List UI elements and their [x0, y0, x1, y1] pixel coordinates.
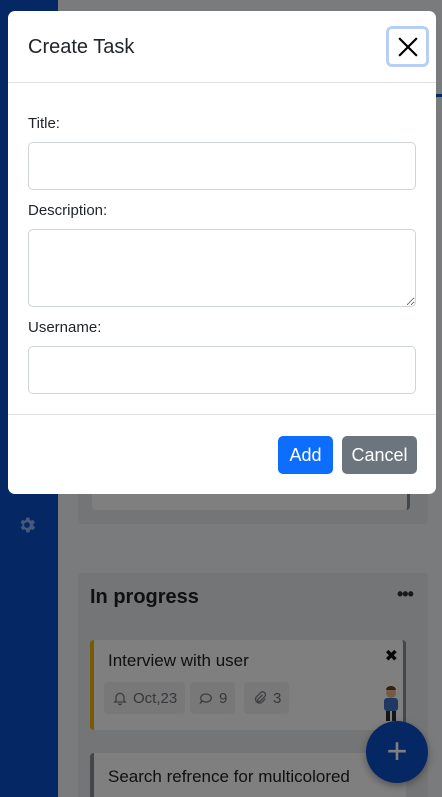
modal-footer: Add Cancel: [8, 414, 436, 494]
modal-title: Create Task: [28, 36, 135, 58]
username-input[interactable]: [28, 346, 416, 394]
description-textarea[interactable]: [28, 229, 416, 307]
username-label: Username:: [28, 319, 102, 336]
close-icon: [398, 37, 417, 56]
create-task-modal: Create Task Title: Description: Username…: [8, 11, 436, 494]
close-button[interactable]: [386, 26, 429, 67]
title-input[interactable]: [28, 142, 416, 190]
cancel-button[interactable]: Cancel: [342, 436, 417, 474]
description-label: Description:: [28, 202, 108, 219]
modal-header: Create Task: [8, 11, 436, 83]
add-button[interactable]: Add: [278, 436, 333, 474]
title-label: Title:: [28, 115, 60, 132]
